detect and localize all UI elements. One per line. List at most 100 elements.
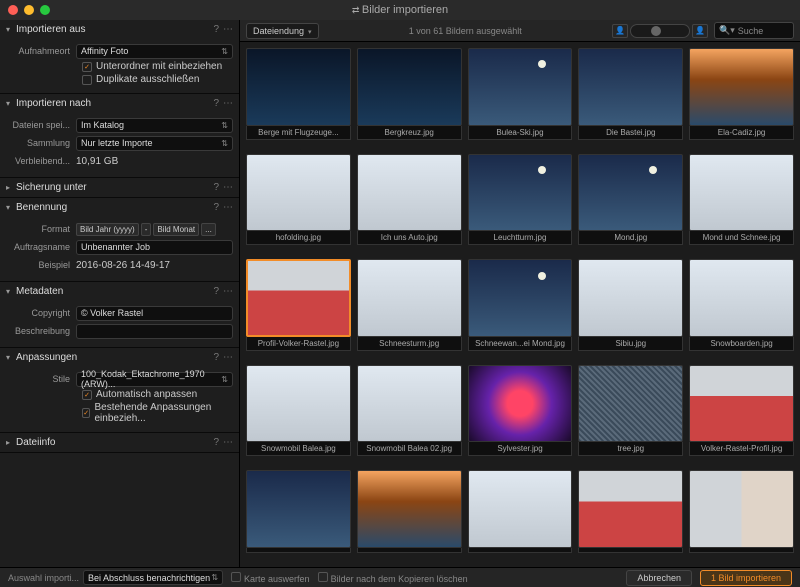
thumbnail[interactable]: Bergkreuz.jpg	[357, 48, 462, 148]
format-tokens[interactable]: Bild Jahr (yyyy) - Bild Monat ...	[76, 223, 216, 236]
description-input[interactable]	[76, 324, 233, 339]
eject-checkbox[interactable]: Karte auswerfen	[231, 572, 310, 584]
maximize-button[interactable]	[40, 5, 50, 15]
thumbnail[interactable]: Sibiu.jpg	[578, 259, 683, 359]
sidebar: ▾ Importieren aus ?⋯ Aufnahmeort Affinit…	[0, 20, 240, 567]
thumbnail[interactable]: Mond und Schnee.jpg	[689, 154, 794, 254]
subfolders-checkbox[interactable]: Unterordner mit einbeziehen	[6, 61, 233, 72]
location-select[interactable]: Affinity Foto⇅	[76, 44, 233, 59]
thumbnail[interactable]: Volker-Rastel-Profil.jpg	[689, 365, 794, 465]
thumbnail[interactable]: Schneesturm.jpg	[357, 259, 462, 359]
more-icon[interactable]: ⋯	[223, 182, 233, 193]
thumbnail[interactable]: hofolding.jpg	[246, 154, 351, 254]
thumbnail-size-slider[interactable]	[630, 24, 690, 38]
titlebar: Bilder importieren	[0, 0, 800, 20]
help-icon[interactable]: ?	[213, 182, 219, 193]
section-header-adjustments[interactable]: ▾ Anpassungen ?⋯	[0, 348, 239, 367]
help-icon[interactable]: ?	[213, 352, 219, 363]
more-icon[interactable]: ⋯	[223, 202, 233, 213]
section-header-naming[interactable]: ▾ Benennung ?⋯	[0, 198, 239, 217]
thumbnail[interactable]: Leuchtturm.jpg	[468, 154, 573, 254]
help-icon[interactable]: ?	[213, 202, 219, 213]
user-icon-large[interactable]: 👤	[692, 24, 708, 38]
thumbnail-image[interactable]	[468, 154, 573, 232]
minimize-button[interactable]	[24, 5, 34, 15]
thumbnail-image[interactable]	[468, 259, 573, 337]
thumbnail[interactable]: Ich uns Auto.jpg	[357, 154, 462, 254]
thumbnail-image[interactable]	[689, 154, 794, 232]
section-header-backup[interactable]: ▸ Sicherung unter ?⋯	[0, 178, 239, 197]
collection-select[interactable]: Nur letzte Importe⇅	[76, 136, 233, 151]
delete-after-checkbox[interactable]: Bilder nach dem Kopieren löschen	[318, 572, 468, 584]
thumbnail-image[interactable]	[689, 48, 794, 126]
sort-select[interactable]: Dateiendung	[246, 23, 319, 39]
more-icon[interactable]: ⋯	[223, 352, 233, 363]
thumbnail-image[interactable]	[468, 48, 573, 126]
thumbnail-image[interactable]	[246, 259, 351, 337]
more-icon[interactable]: ⋯	[223, 98, 233, 109]
copyright-input[interactable]: © Volker Rastel	[76, 306, 233, 321]
thumbnail-image[interactable]	[246, 154, 351, 232]
more-icon[interactable]: ⋯	[223, 437, 233, 448]
thumbnail[interactable]: Snowmobil Balea.jpg	[246, 365, 351, 465]
thumbnail[interactable]	[246, 470, 351, 561]
help-icon[interactable]: ?	[213, 98, 219, 109]
thumbnail-image[interactable]	[357, 365, 462, 443]
thumbnail[interactable]	[689, 470, 794, 561]
save-location-select[interactable]: Im Katalog⇅	[76, 118, 233, 133]
thumbnail[interactable]: Bulea-Ski.jpg	[468, 48, 573, 148]
duplicates-checkbox[interactable]: Duplikate ausschließen	[6, 74, 233, 85]
more-icon[interactable]: ⋯	[223, 286, 233, 297]
existing-adjust-checkbox[interactable]: Bestehende Anpassungen einbezieh...	[6, 402, 233, 424]
thumbnail-image[interactable]	[246, 365, 351, 443]
thumbnail[interactable]: Sylvester.jpg	[468, 365, 573, 465]
thumbnail[interactable]: Die Bastei.jpg	[578, 48, 683, 148]
thumbnail[interactable]: Snowmobil Balea 02.jpg	[357, 365, 462, 465]
thumbnail-image[interactable]	[578, 259, 683, 337]
search-input[interactable]: 🔍▾ Suche	[714, 22, 794, 39]
thumbnail-image[interactable]	[689, 470, 794, 548]
help-icon[interactable]: ?	[213, 437, 219, 448]
thumbnail[interactable]: Ela-Cadiz.jpg	[689, 48, 794, 148]
more-icon[interactable]: ⋯	[223, 24, 233, 35]
remaining-space: 10,91 GB	[76, 156, 118, 167]
thumbnail[interactable]	[578, 470, 683, 561]
thumbnail-label	[468, 548, 573, 553]
help-icon[interactable]: ?	[213, 286, 219, 297]
thumbnail-image[interactable]	[357, 259, 462, 337]
help-icon[interactable]: ?	[213, 24, 219, 35]
auto-adjust-checkbox[interactable]: Automatisch anpassen	[6, 389, 233, 400]
job-name-input[interactable]: Unbenannter Job	[76, 240, 233, 255]
thumbnail[interactable]: Mond.jpg	[578, 154, 683, 254]
notify-select[interactable]: Bei Abschluss benachrichtigen⇅	[83, 570, 223, 585]
thumbnail-image[interactable]	[468, 365, 573, 443]
thumbnail-image[interactable]	[357, 470, 462, 548]
section-header-import-from[interactable]: ▾ Importieren aus ?⋯	[0, 20, 239, 39]
thumbnail-image[interactable]	[246, 48, 351, 126]
section-header-import-to[interactable]: ▾ Importieren nach ?⋯	[0, 94, 239, 113]
thumbnail-image[interactable]	[468, 470, 573, 548]
user-icon[interactable]: 👤	[612, 24, 628, 38]
thumbnail-image[interactable]	[578, 154, 683, 232]
thumbnail-image[interactable]	[357, 154, 462, 232]
thumbnail-image[interactable]	[689, 259, 794, 337]
style-select[interactable]: 100_Kodak_Ektachrome_1970 (ARW)...⇅	[76, 372, 233, 387]
thumbnail[interactable]: Schneewan...ei Mond.jpg	[468, 259, 573, 359]
thumbnail-image[interactable]	[578, 48, 683, 126]
thumbnail-image[interactable]	[578, 365, 683, 443]
thumbnail[interactable]: Snowboarden.jpg	[689, 259, 794, 359]
thumbnail[interactable]: tree.jpg	[578, 365, 683, 465]
close-button[interactable]	[8, 5, 18, 15]
section-header-metadata[interactable]: ▾ Metadaten ?⋯	[0, 282, 239, 301]
thumbnail[interactable]	[357, 470, 462, 561]
cancel-button[interactable]: Abbrechen	[626, 570, 692, 586]
thumbnail-image[interactable]	[578, 470, 683, 548]
thumbnail-image[interactable]	[246, 470, 351, 548]
thumbnail[interactable]	[468, 470, 573, 561]
thumbnail-image[interactable]	[357, 48, 462, 126]
section-header-fileinfo[interactable]: ▸ Dateiinfo ?⋯	[0, 433, 239, 452]
import-button[interactable]: 1 Bild importieren	[700, 570, 792, 586]
thumbnail[interactable]: Berge mit Flugzeuge...	[246, 48, 351, 148]
thumbnail-image[interactable]	[689, 365, 794, 443]
thumbnail[interactable]: Profil-Volker-Rastel.jpg	[246, 259, 351, 359]
